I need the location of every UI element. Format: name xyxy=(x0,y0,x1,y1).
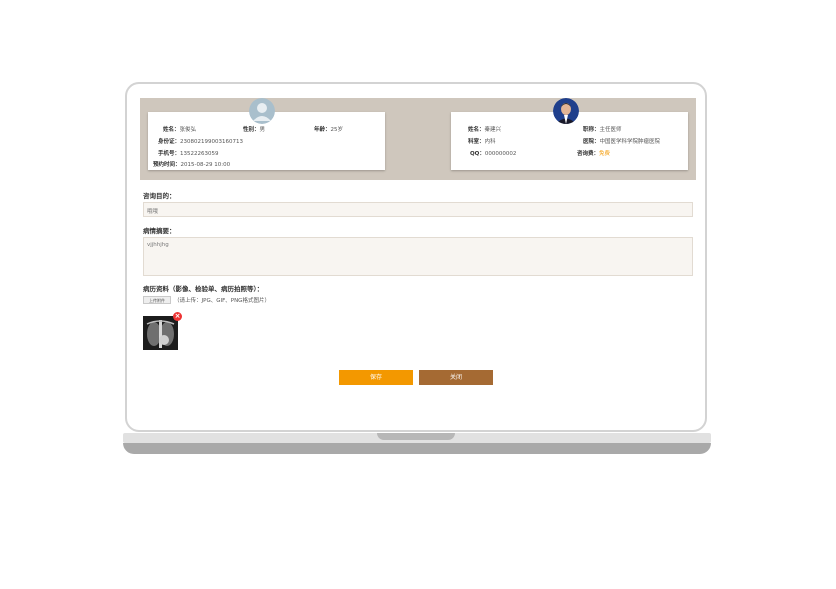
appointment-time: 2015-08-29 10:00 xyxy=(180,162,231,168)
consult-fee-label: 咨询费： xyxy=(577,151,600,157)
doctor-hospital-label: 医院： xyxy=(583,139,600,145)
doctor-dept-label: 科室： xyxy=(468,139,485,145)
doctor-qq-label: QQ： xyxy=(470,151,485,157)
doctor-title: 主任医师 xyxy=(599,127,622,133)
purpose-label: 咨询目的： xyxy=(143,192,176,200)
laptop-base-shadow xyxy=(123,443,711,454)
laptop-notch xyxy=(377,433,455,440)
remove-attachment-icon[interactable]: × xyxy=(173,312,182,321)
patient-id-label: 身份证： xyxy=(158,139,181,145)
doctor-avatar xyxy=(553,98,579,124)
appointment-time-label: 预约时间： xyxy=(153,162,181,168)
doctor-name: 秦建兴 xyxy=(484,127,502,133)
xray-thumbnail[interactable] xyxy=(143,316,178,350)
summary-textarea[interactable]: vjjhhjhg xyxy=(143,237,693,276)
doctor-name-label: 姓名： xyxy=(468,127,485,133)
doctor-hospital: 中国医学科学院肿瘤医院 xyxy=(599,139,661,145)
upload-hint: （请上传：JPG、GIF、PNG格式图片） xyxy=(174,298,270,304)
doctor-qq: 000000002 xyxy=(484,151,517,157)
patient-name-label: 姓名： xyxy=(163,127,180,133)
doctor-title-label: 职称： xyxy=(583,127,600,133)
consult-fee: 免费 xyxy=(599,151,611,157)
patient-age-label: 年龄： xyxy=(314,127,331,133)
upload-button[interactable]: 上传附件 xyxy=(143,296,171,304)
patient-id: 230802199003160713 xyxy=(180,139,244,145)
records-label: 病历资料（影像、检验单、病历拍照等）： xyxy=(143,285,264,293)
doctor-dept: 内科 xyxy=(484,139,496,145)
patient-gender: 男 xyxy=(259,127,266,133)
purpose-input[interactable]: 哦哦 xyxy=(143,202,693,217)
close-button[interactable]: 关闭 xyxy=(419,370,493,385)
patient-phone: 13522263059 xyxy=(180,151,219,157)
patient-age: 25岁 xyxy=(330,127,344,133)
patient-gender-label: 性别： xyxy=(243,127,260,133)
patient-avatar xyxy=(249,98,275,124)
save-button[interactable]: 保存 xyxy=(339,370,413,385)
patient-name: 张俊弘 xyxy=(179,127,197,133)
patient-phone-label: 手机号： xyxy=(158,151,181,157)
summary-label: 病情摘要： xyxy=(143,227,176,235)
